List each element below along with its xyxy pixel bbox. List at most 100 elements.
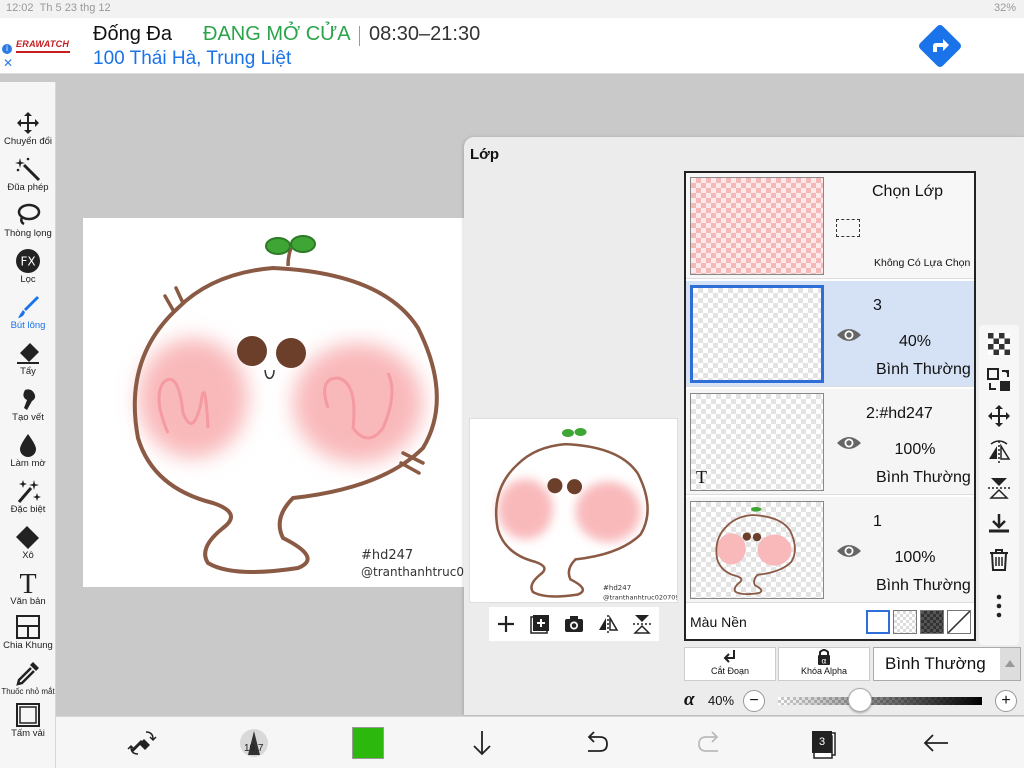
layer-panel: Lớp #hd247 @tranthanhtruc020709 Chọn Lớp… bbox=[464, 137, 1024, 715]
opacity-increase-button[interactable]: + bbox=[995, 690, 1017, 712]
eye-icon[interactable] bbox=[836, 434, 862, 452]
flip-layer-horizontal-icon[interactable] bbox=[986, 439, 1012, 465]
tool-label: Xô bbox=[22, 550, 34, 561]
duplicate-layer-icon[interactable] bbox=[529, 613, 551, 635]
eye-icon[interactable] bbox=[836, 542, 862, 560]
ad-banner[interactable]: i ✕ ERAWATCH Đống Đa ĐANG MỞ CỬA 08:30–2… bbox=[0, 18, 1024, 74]
opacity-value: 40% bbox=[708, 693, 735, 708]
tool-text[interactable]: T Văn bản bbox=[0, 568, 56, 614]
tool-special[interactable]: Đặc biệt bbox=[0, 478, 56, 524]
tool-smudge[interactable]: Tạo vết bbox=[0, 386, 56, 432]
drawing-canvas[interactable]: #hd247 @tranthanhtruc020709 bbox=[83, 218, 499, 587]
background-none-swatch[interactable] bbox=[947, 610, 971, 634]
layer-name: 2:#hd247 bbox=[866, 405, 933, 422]
canvas-preview[interactable]: #hd247 @tranthanhtruc020709 bbox=[469, 418, 678, 603]
tool-blur[interactable]: Làm mờ bbox=[0, 432, 56, 478]
text-layer-icon: T bbox=[696, 467, 707, 487]
selection-thumbnail bbox=[690, 177, 824, 275]
checker-transparency-icon[interactable] bbox=[986, 331, 1012, 357]
layer-thumb-artwork bbox=[715, 506, 796, 596]
tool-canvas[interactable]: Tấm vải bbox=[0, 702, 56, 748]
transform-layer-icon[interactable] bbox=[986, 367, 1012, 393]
status-battery: 32% bbox=[993, 2, 1016, 14]
layer-thumbnail bbox=[690, 285, 824, 383]
trash-icon[interactable] bbox=[986, 547, 1012, 573]
tool-label: Thuốc nhỏ mắt bbox=[1, 687, 55, 696]
merge-down-icon[interactable] bbox=[986, 511, 1012, 537]
color-swatch[interactable] bbox=[352, 727, 384, 759]
opacity-decrease-button[interactable]: − bbox=[743, 690, 765, 712]
download-arrow-icon[interactable] bbox=[466, 727, 498, 759]
layer-count: 3 bbox=[812, 731, 832, 753]
background-white-swatch[interactable] bbox=[866, 610, 890, 634]
tool-eraser[interactable]: Tẩy bbox=[0, 340, 56, 386]
layer-panel-title: Lớp bbox=[470, 146, 499, 163]
tool-move[interactable]: Chuyển đổi bbox=[0, 110, 56, 156]
ad-brand-logo: ERAWATCH bbox=[16, 39, 71, 53]
move-layer-icon[interactable] bbox=[986, 403, 1012, 429]
alpha-lock-button[interactable]: α Khóa Alpha bbox=[778, 647, 870, 681]
layer-row-selection[interactable]: Chọn Lớp Không Có Lựa Chọn bbox=[686, 173, 974, 279]
preview-actions bbox=[489, 607, 659, 641]
tool-lasso[interactable]: Thòng lọng bbox=[0, 202, 56, 248]
layer-row[interactable]: 1 100% Bình Thường bbox=[686, 497, 974, 603]
ad-open-status: ĐANG MỞ CỬA bbox=[203, 23, 351, 45]
clip-label: Cắt Đoạn bbox=[710, 666, 750, 676]
svg-text:@tranthanhtruc020709: @tranthanhtruc020709 bbox=[603, 593, 678, 601]
text-icon: T bbox=[19, 569, 36, 596]
svg-text:α: α bbox=[821, 657, 826, 666]
undo-icon[interactable] bbox=[580, 727, 612, 759]
flip-horizontal-icon[interactable] bbox=[597, 613, 619, 635]
ad-title[interactable]: Đống Đa bbox=[93, 23, 172, 46]
preview-artwork: #hd247 @tranthanhtruc020709 bbox=[494, 428, 678, 601]
rotate-icon[interactable] bbox=[631, 613, 653, 635]
layer-row[interactable]: 3 40% Bình Thường bbox=[686, 281, 974, 387]
tool-eyedropper[interactable]: Thuốc nhỏ mắt bbox=[0, 660, 56, 706]
tool-brush[interactable]: Bút lông bbox=[0, 294, 56, 340]
tool-magic-wand[interactable]: Đũa phép bbox=[0, 156, 56, 202]
ad-address[interactable]: 100 Thái Hà, Trung Liệt bbox=[93, 48, 291, 70]
tool-label: Chia Khung bbox=[3, 640, 53, 651]
brush-eraser-swap-icon[interactable] bbox=[126, 727, 158, 759]
redo-icon[interactable] bbox=[694, 727, 726, 759]
background-transparent-swatch[interactable] bbox=[893, 610, 917, 634]
bottom-toolbar: 19.7 3 bbox=[56, 716, 1024, 768]
status-bar: 12:02 Th 5 23 thg 12 32% bbox=[0, 0, 1024, 18]
background-dark-swatch[interactable] bbox=[920, 610, 944, 634]
layer-thumbnail: T bbox=[690, 393, 824, 491]
svg-text:T: T bbox=[19, 569, 36, 596]
directions-icon[interactable] bbox=[917, 23, 963, 69]
canvas-icon bbox=[16, 703, 40, 727]
layer-list: Chọn Lớp Không Có Lựa Chọn 3 40% Bình Th… bbox=[684, 171, 976, 641]
eye-icon[interactable] bbox=[836, 326, 862, 344]
opacity-slider-knob[interactable] bbox=[847, 688, 872, 712]
layer-side-tools bbox=[979, 325, 1019, 645]
camera-icon[interactable] bbox=[563, 613, 585, 635]
tool-bucket[interactable]: Xô bbox=[0, 524, 56, 570]
layer-row[interactable]: T 2:#hd247 100% Bình Thường bbox=[686, 389, 974, 495]
tool-label: Tấm vải bbox=[11, 728, 45, 739]
opacity-slider-row: α 40% − + bbox=[684, 687, 1024, 713]
tool-label: Đặc biệt bbox=[10, 504, 46, 515]
clip-button[interactable]: Cắt Đoạn bbox=[684, 647, 776, 681]
status-time-date: 12:02 Th 5 23 thg 12 bbox=[6, 2, 111, 14]
ad-close-icon[interactable]: ✕ bbox=[3, 56, 13, 70]
tool-filter[interactable]: FX Lọc bbox=[0, 248, 56, 294]
back-arrow-icon[interactable] bbox=[920, 727, 952, 759]
selection-subtitle: Không Có Lựa Chọn bbox=[874, 257, 971, 269]
eyedropper-icon bbox=[16, 662, 39, 686]
tool-label: Tẩy bbox=[20, 366, 36, 377]
tool-label: Lọc bbox=[20, 274, 36, 285]
ad-info-icon[interactable]: i bbox=[2, 44, 12, 54]
more-options-icon[interactable] bbox=[986, 593, 1012, 619]
background-label: Màu Nền bbox=[690, 614, 747, 630]
smudge-icon bbox=[23, 389, 36, 410]
blend-mode-select[interactable]: Bình Thường bbox=[873, 647, 1021, 681]
tool-label: Tạo vết bbox=[12, 412, 44, 423]
add-layer-icon[interactable] bbox=[495, 613, 517, 635]
opacity-slider-track[interactable] bbox=[778, 697, 982, 705]
tool-frame-divide[interactable]: Chia Khung bbox=[0, 614, 56, 660]
flip-layer-vertical-icon[interactable] bbox=[986, 475, 1012, 501]
tool-label: Bút lông bbox=[10, 320, 46, 331]
layer-blend-mode: Bình Thường bbox=[876, 577, 971, 594]
